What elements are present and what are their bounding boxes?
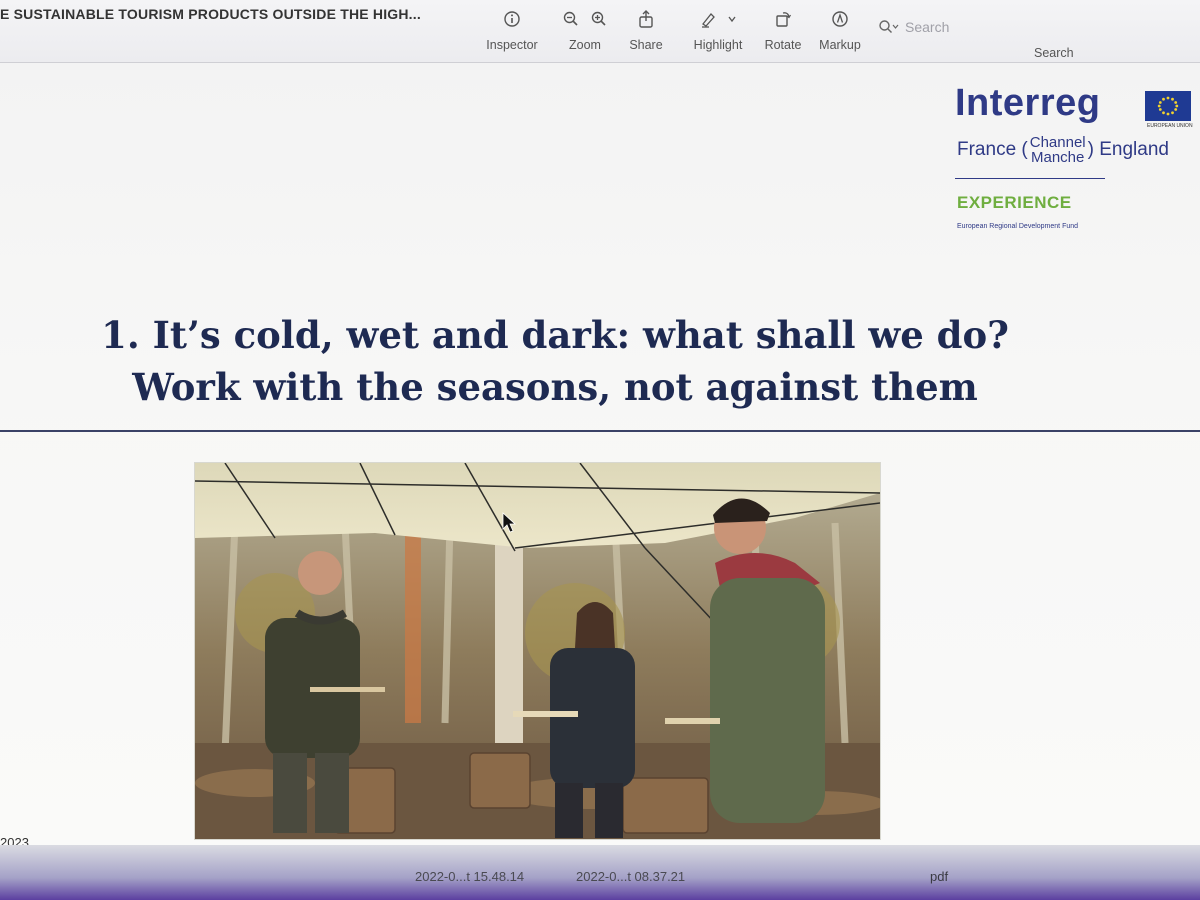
inspector-button[interactable]: Inspector	[482, 8, 542, 52]
rotate-label: Rotate	[764, 38, 802, 52]
markup-icon	[832, 11, 848, 27]
logo-channel: Channel	[1029, 134, 1086, 151]
zoom-label: Zoom	[569, 38, 601, 52]
search-icon	[879, 20, 899, 34]
highlight-button[interactable]: Highlight	[688, 8, 748, 52]
markup-button[interactable]: Markup	[816, 8, 864, 52]
dock-file-1[interactable]: 2022-0...t 15.48.14	[415, 869, 524, 884]
info-icon	[504, 11, 520, 27]
heading-line-2: Work with the seasons, not against them	[132, 365, 978, 409]
search-field[interactable]: Search	[878, 16, 1138, 38]
rotate-button[interactable]: Rotate	[760, 8, 806, 52]
highlight-icon	[702, 13, 715, 28]
search-placeholder: Search	[905, 19, 950, 35]
logo-experience: EXPERIENCE	[957, 193, 1072, 212]
eu-caption: EUROPEAN UNION	[1147, 123, 1193, 129]
logo-region-row: France ( Channel Manche ) England	[957, 133, 1197, 167]
share-label: Share	[629, 38, 663, 52]
logo-row-stack: Channel Manche	[1030, 135, 1086, 165]
window-toolbar: E SUSTAINABLE TOURISM PRODUCTS OUTSIDE T…	[0, 0, 1200, 63]
logo-fund-text: European Regional Development Fund	[957, 223, 1079, 230]
markup-label: Markup	[819, 38, 861, 52]
document-title: E SUSTAINABLE TOURISM PRODUCTS OUTSIDE T…	[0, 6, 421, 22]
rotate-icon	[776, 12, 792, 27]
inspector-label: Inspector	[486, 38, 538, 52]
slide-heading: 1. It’s cold, wet and dark: what shall w…	[60, 309, 1050, 413]
chevron-down-icon[interactable]	[727, 14, 737, 24]
share-button[interactable]: Share	[624, 8, 668, 52]
highlight-label: Highlight	[693, 38, 743, 52]
heading-line-1: 1. It’s cold, wet and dark: what shall w…	[101, 313, 1009, 357]
slide-photo	[194, 462, 881, 840]
logo-wordmark: Interreg	[955, 82, 1101, 124]
dock-file-3[interactable]: pdf	[930, 869, 948, 884]
slide-page: Interreg EUROPEAN UNION France ( Channel…	[0, 63, 1200, 850]
zoom-out-icon	[563, 11, 578, 26]
eu-flag-icon	[1145, 91, 1191, 121]
dock-file-2[interactable]: 2022-0...t 08.37.21	[576, 869, 685, 884]
search-label: Search	[1034, 46, 1074, 60]
logo-row-right: ) England	[1087, 139, 1169, 160]
logo-row-left: France (	[957, 139, 1028, 160]
zoom-button[interactable]: Zoom	[556, 8, 614, 52]
logo-divider	[955, 178, 1105, 179]
heading-divider	[0, 430, 1200, 432]
zoom-in-icon	[591, 11, 606, 26]
desktop-dock: 2022-0...t 15.48.14 2022-0...t 08.37.21 …	[0, 845, 1200, 900]
logo-manche: Manche	[1031, 149, 1085, 166]
share-icon	[639, 10, 653, 28]
